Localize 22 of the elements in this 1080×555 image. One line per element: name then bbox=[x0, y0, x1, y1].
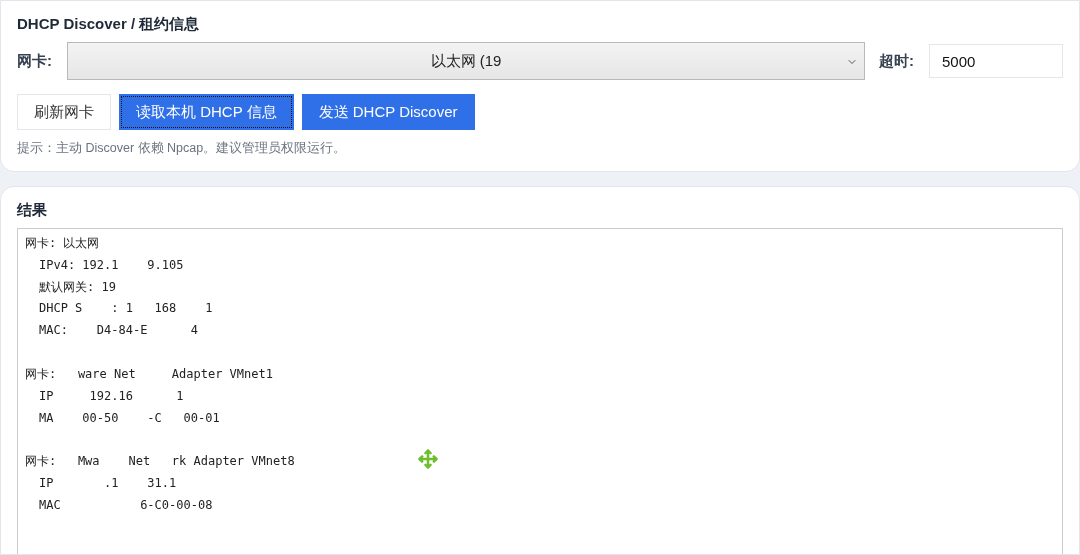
adapter-header: 网卡: 以太网 bbox=[25, 235, 100, 252]
primary-button[interactable]: 读取本机 DHCP 信息 bbox=[119, 94, 294, 130]
timeout-field[interactable]: 5000 bbox=[929, 44, 1063, 78]
result-line: MA 00-50 -C 00-01 bbox=[38, 409, 220, 427]
panel-title: 结果 bbox=[17, 201, 48, 220]
result-line: IPv4: 192.1 9.105 bbox=[38, 256, 184, 274]
result-line: 默认网关: 19 bbox=[38, 278, 116, 296]
adapter-select[interactable]: 以太网 (19 bbox=[67, 42, 865, 80]
adapter-header: 网卡: Mwa Net rk Adapter VMnet8 bbox=[25, 453, 295, 471]
timeout-label: 超时: bbox=[879, 51, 915, 71]
result-line: DHCP S : 1 168 1 bbox=[38, 300, 213, 318]
adapter-label: 网卡: bbox=[17, 51, 53, 71]
result-line: IP .1 31.1 bbox=[38, 475, 177, 493]
panel-title: DHCP Discover / 租约信息 bbox=[17, 15, 201, 34]
result-line: MAC: D4-84-E 4 bbox=[38, 322, 198, 340]
adapter-header: 网卡: ware Net Adapter VMnet1 bbox=[25, 366, 273, 383]
hint-text: 提示：主动 Discover 依赖 Npcap。建议管理员权限运行。 bbox=[17, 140, 348, 157]
move-cursor-icon bbox=[418, 449, 438, 469]
secondary-button[interactable]: 刷新网卡 bbox=[17, 94, 111, 130]
result-line: MAC 6-C0-00-08 bbox=[38, 496, 213, 514]
primary-button[interactable]: 发送 DHCP Discover bbox=[301, 94, 475, 130]
result-line: IP 192.16 1 bbox=[38, 387, 184, 405]
